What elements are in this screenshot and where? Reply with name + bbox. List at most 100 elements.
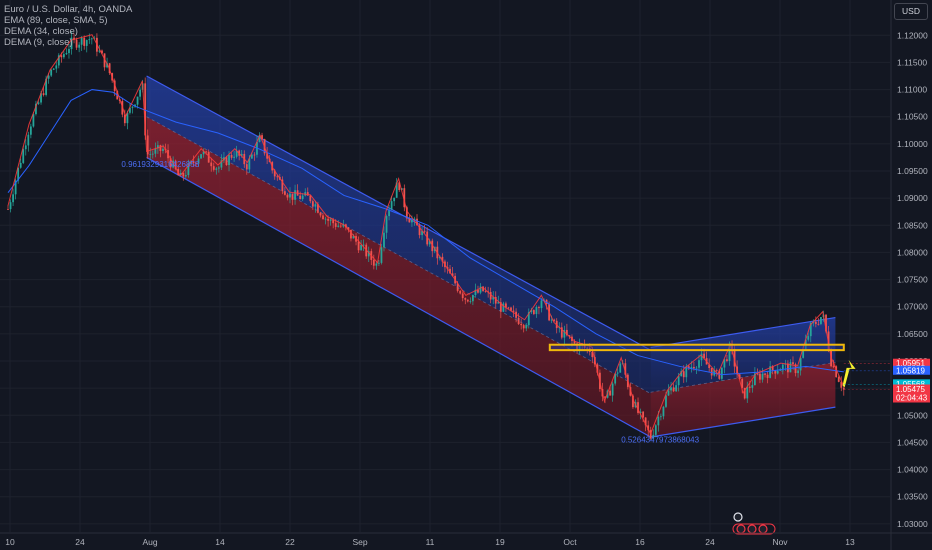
candle-body	[233, 156, 235, 158]
price-chart[interactable]: 0.9619329316426858 0.5264347973868043 1.1…	[0, 0, 932, 550]
candle-body	[159, 145, 162, 151]
candle-body	[7, 209, 9, 210]
candle-body	[22, 149, 25, 163]
candle-body	[334, 223, 337, 227]
x-tick-label: 22	[285, 537, 295, 547]
candle-body	[225, 157, 228, 166]
candle-body	[670, 387, 672, 391]
candle-body	[52, 68, 55, 70]
candle-body	[540, 300, 543, 309]
candle-body	[759, 373, 761, 380]
candle-body	[327, 218, 329, 221]
y-tick-label: 1.09000	[897, 193, 928, 203]
candle-body	[380, 247, 383, 263]
candle-body	[245, 164, 248, 170]
event-marker-icon	[747, 524, 757, 534]
candle-body	[27, 134, 30, 146]
candle-body	[766, 374, 769, 378]
candle-body	[761, 373, 764, 380]
candle-body	[210, 162, 213, 167]
candle-body	[609, 390, 611, 396]
candle-body	[471, 295, 474, 302]
candle-body	[184, 175, 187, 177]
candle-body	[715, 370, 718, 371]
event-marker-icon	[736, 524, 746, 534]
candle-body	[131, 106, 134, 108]
x-tick-label: 11	[426, 537, 435, 547]
candle-body	[253, 154, 256, 156]
candle-body	[24, 145, 27, 150]
candle-body	[507, 307, 510, 309]
candle-body	[289, 193, 291, 198]
candle-body	[212, 166, 215, 170]
candle-body	[682, 371, 685, 378]
candle-body	[659, 416, 662, 418]
legend-dema-9[interactable]: DEMA (9, close)	[4, 37, 132, 48]
y-tick-label: 1.10000	[897, 139, 928, 149]
x-tick-label: 16	[635, 537, 645, 547]
candle-body	[9, 202, 12, 210]
candle-body	[751, 385, 754, 388]
x-tick-label: 24	[705, 537, 715, 547]
candle-body	[200, 154, 202, 159]
fib-annotation: 0.9619329316426858	[121, 160, 199, 169]
price-tag-countdown: 02:04:43	[896, 394, 928, 403]
candle-body	[149, 154, 152, 155]
candle-body	[611, 383, 614, 396]
x-tick-label: Oct	[563, 537, 577, 547]
candle-body	[665, 395, 667, 407]
candle-body	[360, 244, 363, 251]
y-tick-label: 1.06500	[897, 329, 928, 339]
candle-body	[781, 364, 784, 370]
x-tick-label: 24	[75, 537, 85, 547]
x-tick-label: 19	[495, 537, 505, 547]
candle-body	[642, 411, 645, 418]
candle-body	[32, 114, 35, 127]
candle-body	[525, 325, 528, 329]
y-tick-label: 1.07500	[897, 275, 928, 285]
candle-body	[522, 325, 525, 329]
candle-body	[469, 301, 472, 303]
y-tick-label: 1.04500	[897, 437, 928, 447]
legend-dema-34[interactable]: DEMA (34, close)	[4, 26, 132, 37]
y-tick-label: 1.07000	[897, 302, 928, 312]
legend-ema[interactable]: EMA (89, close, SMA, 5)	[4, 15, 132, 26]
candle-body	[693, 366, 695, 369]
candle-body	[466, 299, 469, 302]
x-tick-label: Sep	[352, 537, 367, 547]
candle-body	[136, 96, 139, 105]
candle-body	[698, 360, 700, 368]
candle-body	[464, 298, 467, 300]
candle-body	[42, 93, 45, 95]
candle-body	[820, 317, 822, 324]
candle-body	[291, 193, 294, 200]
chart-legend: Euro / U.S. Dollar, 4h, OANDA EMA (89, c…	[4, 4, 132, 48]
candle-body	[461, 293, 464, 299]
candle-body	[151, 153, 154, 155]
candle-body	[55, 65, 58, 69]
candle-body	[162, 148, 164, 151]
candle-body	[459, 290, 462, 294]
candle-body	[535, 307, 538, 315]
x-tick-label: 14	[215, 537, 225, 547]
candle-body	[50, 69, 53, 76]
candle-body	[228, 154, 230, 166]
price-tag-value: 1.05819	[896, 366, 925, 375]
x-tick-label: Nov	[772, 537, 788, 547]
candle-body	[677, 376, 680, 386]
candle-body	[814, 321, 817, 324]
legend-symbol[interactable]: Euro / U.S. Dollar, 4h, OANDA	[4, 4, 132, 15]
candle-body	[319, 212, 322, 216]
candle-body	[383, 232, 385, 248]
candle-body	[484, 291, 487, 292]
candle-body	[311, 201, 314, 207]
candle-body	[502, 303, 505, 312]
x-tick-label: 10	[5, 537, 15, 547]
candle-body	[372, 259, 375, 266]
candle-body	[65, 53, 68, 55]
candle-body	[375, 263, 378, 266]
candle-body	[217, 167, 220, 169]
candle-body	[322, 215, 324, 220]
resistance-box	[548, 343, 845, 352]
currency-button[interactable]: USD	[894, 3, 928, 20]
